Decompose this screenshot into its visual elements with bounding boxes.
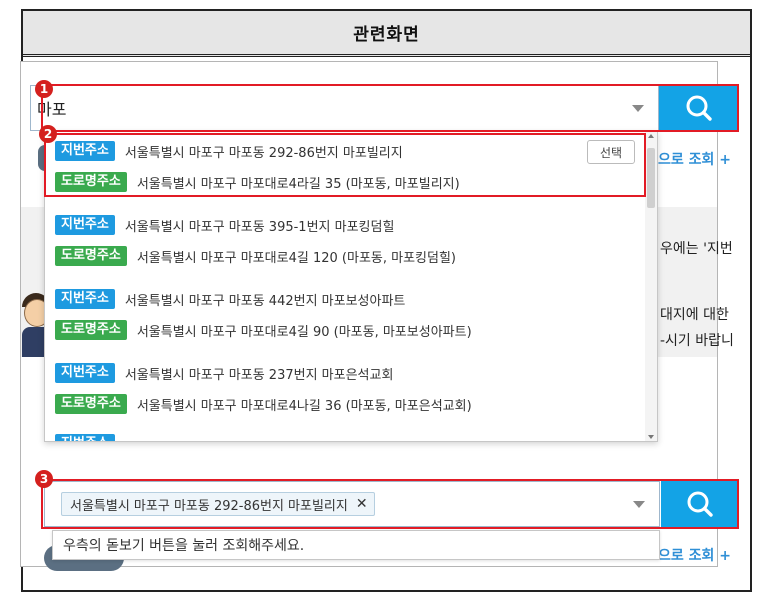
doro-address: 서울특별시 마포구 마포대로4길 120 (마포동, 마포킹덤힐) [136, 250, 456, 266]
selected-address-text: 서울특별시 마포구 마포동 292-86번지 마포빌리지 [70, 498, 348, 514]
doro-badge: 도로명주소 [55, 246, 127, 266]
avatar [22, 287, 44, 357]
screen-header: 관련화면 [23, 11, 750, 57]
jibun-badge: 지번주소 [55, 141, 115, 161]
search-results-dropdown: 지번주소 서울특별시 마포구 마포동 292-86번지 마포빌리지 도로명주소 … [44, 131, 658, 442]
search-field[interactable] [30, 85, 659, 131]
background-lookup-link-top[interactable]: 으로 조회 + [658, 149, 731, 169]
scroll-up-icon[interactable] [648, 134, 654, 138]
search-input[interactable] [37, 96, 597, 120]
selected-address-tag: 서울특별시 마포구 마포동 292-86번지 마포빌리지 ✕ [61, 492, 375, 516]
chevron-down-icon[interactable] [632, 105, 644, 112]
doro-address: 서울특별시 마포구 마포대로4라길 35 (마포동, 마포빌리지) [136, 176, 460, 192]
result-item[interactable]: 지번주소 [45, 428, 645, 441]
jibun-address: 서울특별시 마포구 마포동 395-1번지 마포킹덤힐 [124, 219, 395, 235]
doro-badge: 도로명주소 [55, 172, 127, 192]
scroll-down-icon[interactable] [648, 435, 654, 439]
callout-marker-3: 3 [35, 470, 53, 488]
callout-marker-1: 1 [35, 80, 53, 98]
selected-address-field[interactable]: 서울특별시 마포구 마포동 292-86번지 마포빌리지 ✕ [44, 481, 660, 527]
background-text-1: 우에는 '지번 [660, 241, 733, 257]
jibun-address: 서울특별시 마포구 마포동 292-86번지 마포빌리지 [124, 145, 403, 161]
magnifier-icon [686, 95, 712, 121]
lookup-button[interactable] [661, 481, 738, 527]
result-item[interactable]: 지번주소 서울특별시 마포구 마포동 442번지 마포보성아파트 도로명주소 서… [45, 280, 645, 346]
background-text-2: 대지에 대한 [660, 307, 729, 323]
jibun-badge: 지번주소 [55, 434, 115, 441]
address-search [30, 85, 738, 131]
select-button[interactable]: 선택 [587, 140, 635, 164]
doro-badge: 도로명주소 [55, 394, 127, 414]
page-title: 관련화면 [353, 25, 420, 45]
doro-badge: 도로명주소 [55, 320, 127, 340]
jibun-address: 서울특별시 마포구 마포동 442번지 마포보성아파트 [124, 293, 406, 309]
result-item[interactable]: 지번주소 서울특별시 마포구 마포동 395-1번지 마포킹덤힐 도로명주소 서… [45, 206, 645, 272]
result-item[interactable]: 지번주소 서울특별시 마포구 마포동 237번지 마포은석교회 도로명주소 서울… [45, 354, 645, 420]
doro-address: 서울특별시 마포구 마포대로4길 90 (마포동, 마포보성아파트) [136, 324, 472, 340]
background-text-3: -시기 바랍니 [660, 333, 734, 349]
jibun-badge: 지번주소 [55, 363, 115, 383]
lookup-hint: 우측의 돋보기 버튼을 눌러 조회해주세요. [52, 530, 660, 560]
result-item[interactable]: 지번주소 서울특별시 마포구 마포동 292-86번지 마포빌리지 도로명주소 … [45, 132, 645, 198]
jibun-address: 서울특별시 마포구 마포동 237번지 마포은석교회 [124, 367, 394, 383]
jibun-badge: 지번주소 [55, 289, 115, 309]
scroll-thumb[interactable] [647, 148, 655, 208]
background-lookup-link-bottom[interactable]: 으로 조회 + [658, 545, 731, 565]
dropdown-scrollbar[interactable] [645, 132, 657, 441]
callout-marker-2: 2 [39, 125, 57, 143]
search-button[interactable] [659, 85, 738, 131]
chevron-down-icon[interactable] [633, 501, 645, 508]
doro-address: 서울특별시 마포구 마포대로4나길 36 (마포동, 마포은석교회) [136, 398, 472, 414]
remove-tag-icon[interactable]: ✕ [356, 496, 368, 512]
selected-address-box: 서울특별시 마포구 마포동 292-86번지 마포빌리지 ✕ [44, 481, 738, 527]
jibun-badge: 지번주소 [55, 215, 115, 235]
magnifier-icon [687, 491, 713, 517]
